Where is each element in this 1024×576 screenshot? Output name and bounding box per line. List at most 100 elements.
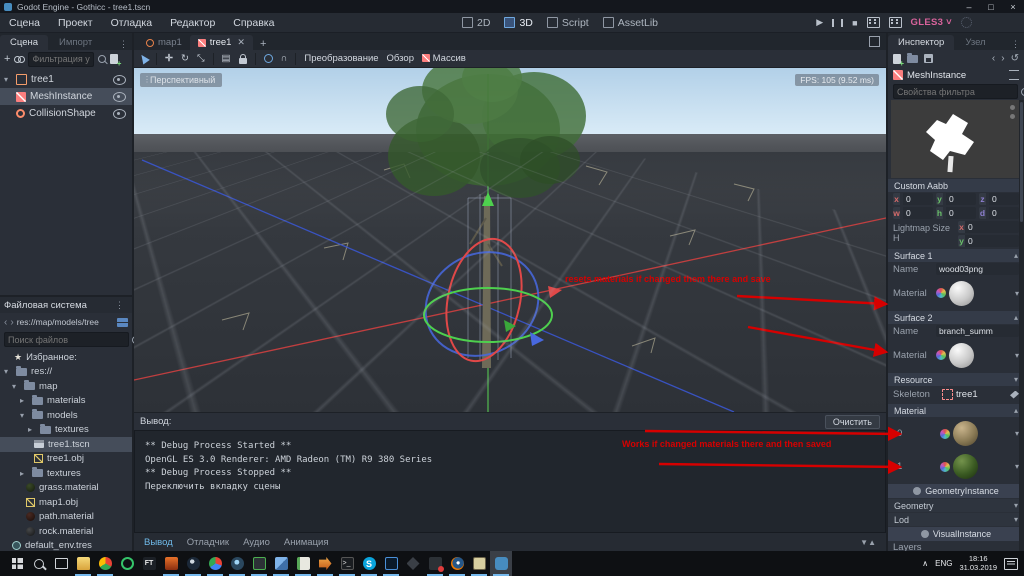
taskbar-notepad[interactable] bbox=[292, 551, 314, 576]
filesystem-menu-icon[interactable]: ⋮ bbox=[111, 300, 128, 311]
maximize-button[interactable]: □ bbox=[980, 2, 1002, 12]
mode-script[interactable]: Script bbox=[547, 17, 589, 29]
fs-res-root[interactable]: ▾res:// bbox=[0, 365, 132, 380]
tab-debugger[interactable]: Отладчик bbox=[187, 537, 229, 548]
taskbar-steam-chat[interactable] bbox=[226, 551, 248, 576]
category-visualinstance[interactable]: VisualInstance bbox=[933, 529, 991, 539]
array-menu[interactable]: Массив bbox=[422, 53, 466, 64]
skeleton-value[interactable]: tree1 bbox=[956, 389, 978, 400]
aabb-x-value[interactable]: 0 bbox=[903, 193, 933, 205]
language-indicator[interactable]: ENG bbox=[935, 559, 952, 568]
move-tool-icon[interactable]: ✛ bbox=[165, 53, 173, 64]
fs-map1-obj[interactable]: map1.obj bbox=[0, 495, 132, 510]
scene-node-meshinstance[interactable]: MeshInstance bbox=[0, 88, 132, 105]
taskbar-clock[interactable]: 18:16 31.03.2019 bbox=[959, 555, 997, 572]
section-resource[interactable]: Resource bbox=[894, 375, 933, 385]
lightmap-x-value[interactable]: 0 bbox=[965, 221, 1019, 233]
collapse-panel-icon[interactable]: ▼▲ bbox=[860, 538, 876, 547]
taskbar-chrome[interactable] bbox=[94, 551, 116, 576]
save-resource-icon[interactable] bbox=[924, 54, 933, 63]
taskbar-file-explorer[interactable] bbox=[72, 551, 94, 576]
section-surface2[interactable]: Surface 2 bbox=[894, 313, 933, 323]
play-button[interactable]: ▶ bbox=[816, 17, 823, 28]
transform-menu[interactable]: Преобразование bbox=[304, 53, 378, 64]
property-filter-input[interactable] bbox=[893, 84, 1018, 99]
scene-tab-map1[interactable]: map1 bbox=[138, 35, 190, 50]
list-select-icon[interactable]: ▤ bbox=[222, 53, 231, 64]
lock-icon[interactable] bbox=[239, 58, 247, 64]
surface1-name-value[interactable]: wood03png bbox=[936, 263, 1019, 275]
play-scene-button[interactable] bbox=[867, 17, 880, 28]
pause-button[interactable] bbox=[832, 19, 843, 27]
add-node-button[interactable]: + bbox=[4, 54, 10, 64]
fs-map[interactable]: ▾map bbox=[0, 379, 132, 394]
file-search-input[interactable] bbox=[4, 332, 129, 347]
fs-models[interactable]: ▾models bbox=[0, 408, 132, 423]
world-space-icon[interactable] bbox=[264, 54, 273, 63]
viewport-3d[interactable]: Перспективный FPS: 105 (9.52 ms) bbox=[134, 68, 886, 412]
taskbar-notes[interactable] bbox=[468, 551, 490, 576]
tab-scene[interactable]: Сцена bbox=[0, 35, 48, 50]
view-menu[interactable]: Обзор bbox=[387, 53, 414, 64]
collapse-arrow-icon[interactable]: ▾ bbox=[4, 75, 12, 84]
menu-scene[interactable]: Сцена bbox=[0, 17, 49, 29]
fs-models-textures[interactable]: ▸textures bbox=[0, 423, 132, 438]
mode-assetlib[interactable]: AssetLib bbox=[603, 17, 658, 29]
clear-output-button[interactable]: Очистить bbox=[825, 415, 880, 429]
taskbar-game[interactable] bbox=[160, 551, 182, 576]
taskbar-installer[interactable] bbox=[314, 551, 336, 576]
close-button[interactable]: × bbox=[1002, 2, 1024, 12]
scale-tool-icon[interactable]: ⤡ bbox=[197, 53, 205, 64]
rotate-tool-icon[interactable]: ↻ bbox=[181, 53, 189, 64]
material-slot1-sphere[interactable] bbox=[953, 454, 978, 479]
snap-icon[interactable]: ∩ bbox=[281, 53, 288, 64]
taskbar-clipboard-tool[interactable] bbox=[270, 551, 292, 576]
start-button[interactable] bbox=[6, 551, 28, 576]
scene-node-tree1[interactable]: ▾ tree1 bbox=[0, 71, 132, 88]
new-scene-tab-button[interactable]: + bbox=[253, 38, 273, 50]
material-slot0-sphere[interactable] bbox=[953, 421, 978, 446]
node-filter-input[interactable] bbox=[28, 52, 94, 67]
aabb-y-value[interactable]: 0 bbox=[946, 193, 976, 205]
menu-editor[interactable]: Редактор bbox=[161, 17, 224, 29]
surface1-material-sphere[interactable] bbox=[949, 281, 974, 306]
taskbar-terminal[interactable]: >_ bbox=[336, 551, 358, 576]
nav-forward-icon[interactable]: › bbox=[10, 317, 13, 328]
section-custom-aabb[interactable]: Custom Aabb bbox=[894, 181, 948, 191]
fs-path-material[interactable]: path.material bbox=[0, 510, 132, 525]
clear-skeleton-icon[interactable] bbox=[1010, 391, 1019, 399]
notification-center-icon[interactable] bbox=[1004, 558, 1018, 570]
mode-2d[interactable]: 2D bbox=[462, 17, 490, 29]
tab-import[interactable]: Импорт bbox=[49, 35, 102, 50]
perspective-dropdown[interactable]: Перспективный bbox=[140, 73, 222, 87]
taskbar-blender[interactable] bbox=[446, 551, 468, 576]
taskbar-ft-app[interactable]: FT bbox=[138, 551, 160, 576]
tray-expand-icon[interactable]: ∧ bbox=[922, 559, 928, 568]
history-back-icon[interactable]: ‹ bbox=[992, 53, 995, 64]
fs-tree1-tscn[interactable]: tree1.tscn bbox=[0, 437, 132, 452]
mode-3d[interactable]: 3D bbox=[504, 17, 532, 29]
scene-tab-tree1[interactable]: tree1 ✕ bbox=[190, 35, 253, 50]
load-resource-icon[interactable] bbox=[907, 55, 918, 63]
aabb-w-value[interactable]: 0 bbox=[903, 207, 933, 219]
split-view-icon[interactable] bbox=[117, 318, 128, 327]
fs-grass-material[interactable]: grass.material bbox=[0, 481, 132, 496]
fs-materials[interactable]: ▸materials bbox=[0, 394, 132, 409]
visibility-toggle-icon[interactable] bbox=[113, 109, 126, 119]
section-lod[interactable]: Lod bbox=[894, 515, 909, 525]
taskbar-photoshop[interactable] bbox=[380, 551, 402, 576]
fs-favorites[interactable]: ★Избранное: bbox=[0, 350, 132, 365]
stop-button[interactable]: ■ bbox=[852, 18, 857, 28]
taskbar-dev-tool[interactable] bbox=[248, 551, 270, 576]
inspector-menu-icon[interactable]: ⋮ bbox=[1007, 39, 1024, 50]
preview-light-icon[interactable] bbox=[1010, 105, 1015, 110]
instance-scene-button[interactable] bbox=[14, 56, 24, 63]
scene-panel-menu-icon[interactable]: ⋮ bbox=[115, 39, 132, 50]
fs-rock-material[interactable]: rock.material bbox=[0, 524, 132, 539]
taskbar-steam[interactable] bbox=[182, 551, 204, 576]
aabb-h-value[interactable]: 0 bbox=[946, 207, 976, 219]
scene-node-collisionshape[interactable]: CollisionShape bbox=[0, 105, 132, 122]
renderer-dropdown[interactable]: GLES3 ˅ bbox=[911, 17, 952, 28]
section-geometry[interactable]: Geometry bbox=[894, 501, 934, 511]
history-forward-icon[interactable]: › bbox=[1001, 53, 1004, 64]
